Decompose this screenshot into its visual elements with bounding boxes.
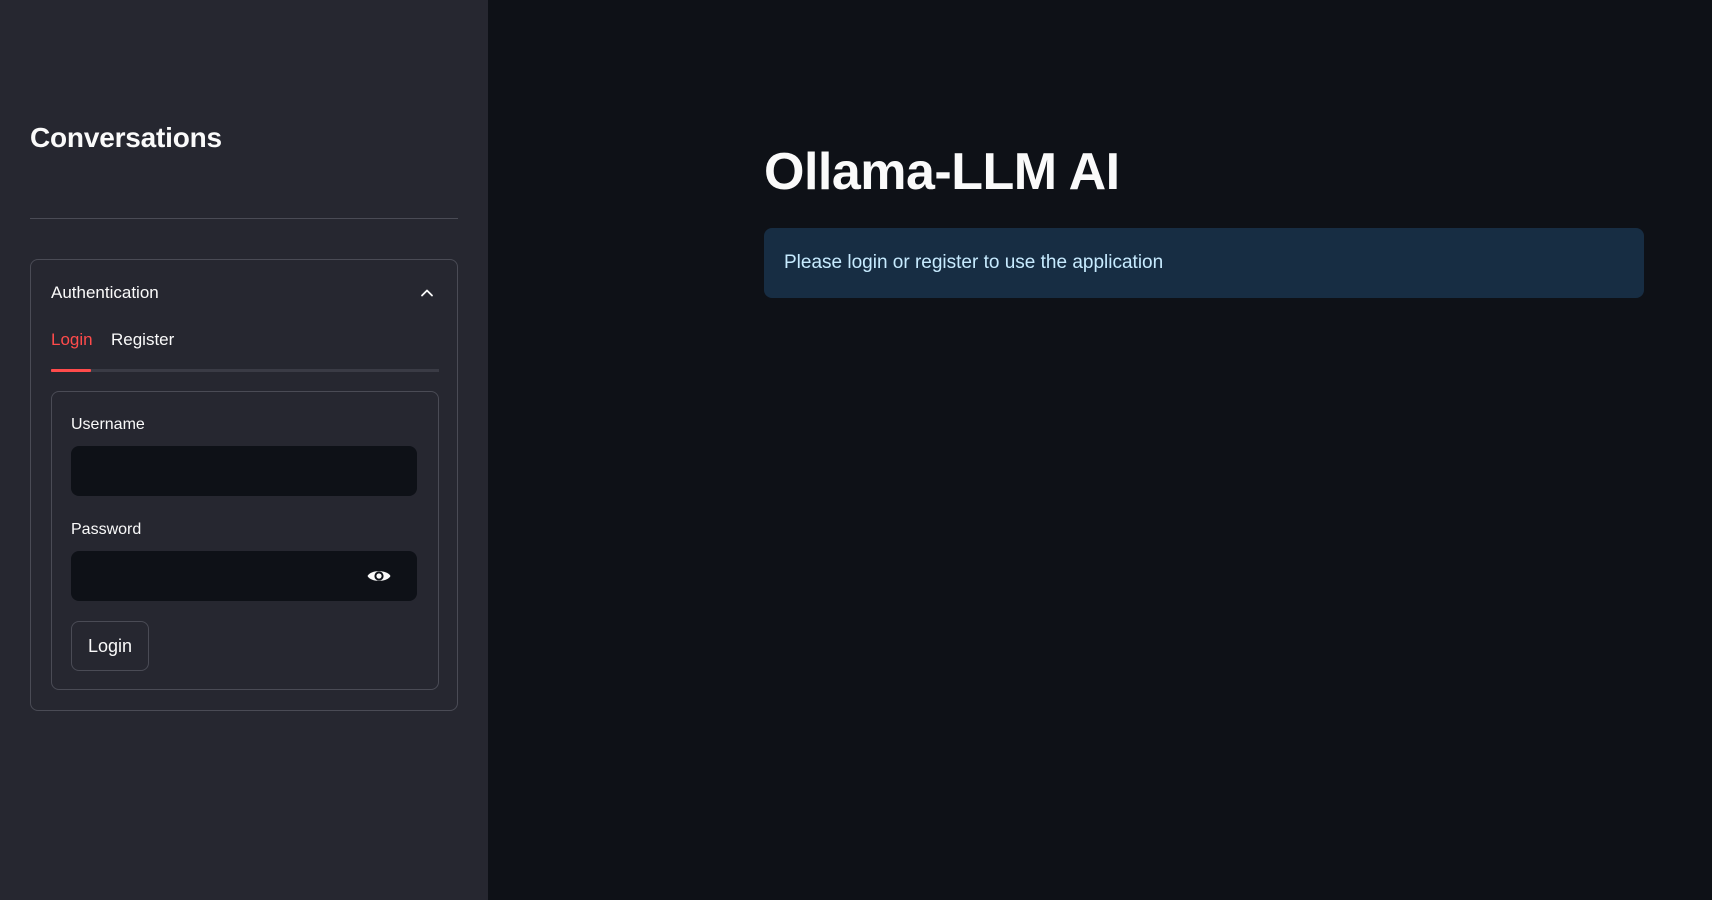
expander-title: Authentication <box>51 283 159 302</box>
app-root: Conversations Authentication Login Regis… <box>0 0 1712 900</box>
tab-track <box>51 369 439 372</box>
password-label: Password <box>71 521 142 538</box>
auth-tabs: Login Register <box>51 330 439 372</box>
sidebar-divider <box>30 218 458 219</box>
info-message: Please login or register to use the appl… <box>784 252 1164 273</box>
authentication-expander-header[interactable]: Authentication <box>51 278 437 308</box>
info-alert: Please login or register to use the appl… <box>764 228 1644 298</box>
username-label: Username <box>71 416 145 433</box>
login-form: Username Password Login <box>51 391 439 690</box>
login-button[interactable]: Login <box>71 621 149 671</box>
chevron-up-icon[interactable] <box>417 283 437 303</box>
eye-icon[interactable] <box>365 564 393 588</box>
tab-active-indicator <box>51 369 91 372</box>
sidebar: Conversations Authentication Login Regis… <box>0 0 488 900</box>
sidebar-title: Conversations <box>30 122 222 153</box>
tab-login[interactable]: Login <box>51 330 93 360</box>
page-title: Ollama-LLM AI <box>764 143 1120 201</box>
tab-register[interactable]: Register <box>111 330 174 360</box>
username-input[interactable] <box>71 446 417 496</box>
authentication-expander: Authentication Login Register Username P… <box>30 259 458 711</box>
